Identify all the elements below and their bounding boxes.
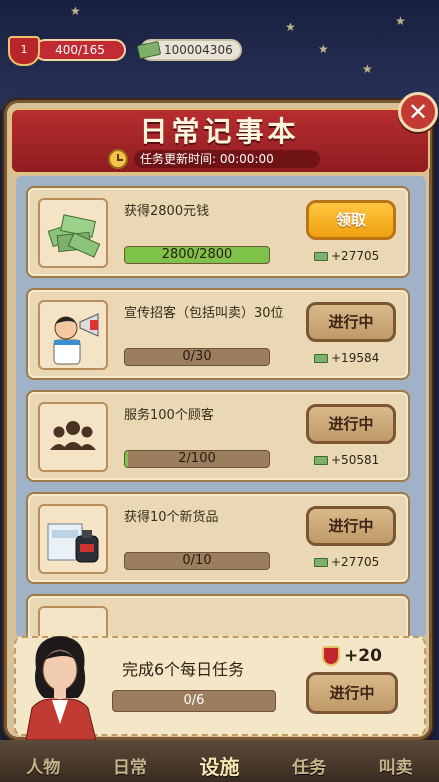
nav-hawking[interactable]: 叫卖 <box>379 753 413 778</box>
reward-value: +27705 <box>331 249 380 263</box>
star-icon: ★ <box>70 4 81 18</box>
medal-icon <box>322 646 340 666</box>
progress-label: 0/10 <box>182 553 212 568</box>
nav-tasks[interactable]: 任务 <box>292 753 326 778</box>
nav-character[interactable]: 人物 <box>26 753 60 778</box>
task-list[interactable]: 获得2800元钱 2800/2800 领取 +27705 宣传招客（包括叫卖）3… <box>16 176 426 638</box>
summary-progress-bar: 0/6 <box>112 690 276 712</box>
hp-counter[interactable]: 400/165 <box>34 39 126 61</box>
bottom-nav: 人物 日常 设施 任务 叫卖 <box>0 748 439 782</box>
star-icon: ★ <box>395 14 406 28</box>
in-progress-button[interactable]: 进行中 <box>306 506 396 546</box>
goods-box-icon <box>38 504 108 574</box>
cash-icon <box>314 558 328 567</box>
task-card: 服务100个顾客 2/100 进行中 +50581 <box>26 390 410 482</box>
money-value: 100004306 <box>164 43 233 57</box>
task-description: 宣传招客（包括叫卖）30位 <box>124 306 284 321</box>
summary-reward: +20 <box>344 646 382 666</box>
task-card: 宣传招客（包括叫卖）30位 0/30 进行中 +19584 <box>26 288 410 380</box>
in-progress-button[interactable]: 进行中 <box>306 404 396 444</box>
cash-icon <box>314 456 328 465</box>
cash-icon <box>314 354 328 363</box>
task-progress-bar: 2800/2800 <box>124 246 270 264</box>
task-description: 获得2800元钱 <box>124 204 210 219</box>
task-progress-bar: 2/100 <box>124 450 270 468</box>
timer-label: 任务更新时间: 00:00:00 <box>134 150 320 168</box>
task-progress-bar: 0/30 <box>124 348 270 366</box>
task-description: 获得10个新货品 <box>124 510 219 525</box>
close-button[interactable]: ✕ <box>398 92 438 132</box>
in-progress-button[interactable]: 进行中 <box>306 302 396 342</box>
cash-icon <box>136 40 162 60</box>
shopkeeper-avatar <box>18 628 104 741</box>
money-counter[interactable]: 100004306 <box>136 39 242 61</box>
summary-description: 完成6个每日任务 <box>122 660 245 679</box>
task-card: 获得10个新货品 0/10 进行中 +27705 <box>26 492 410 584</box>
star-icon: ★ <box>362 62 373 76</box>
task-refresh-timer: 任务更新时间: 00:00:00 <box>108 149 322 169</box>
megaphone-boy-icon <box>38 300 108 370</box>
customers-group-icon <box>38 402 108 472</box>
reward-value: +27705 <box>331 555 380 569</box>
progress-label: 2/100 <box>178 451 216 466</box>
summary-in-progress-button[interactable]: 进行中 <box>306 672 398 714</box>
task-progress-bar: 0/10 <box>124 552 270 570</box>
progress-label: 2800/2800 <box>161 247 233 262</box>
task-card: 获得2800元钱 2800/2800 领取 +27705 <box>26 186 410 278</box>
nav-facilities[interactable]: 设施 <box>199 751 239 780</box>
claim-button[interactable]: 领取 <box>306 200 396 240</box>
star-icon: ★ <box>285 20 296 34</box>
nav-daily[interactable]: 日常 <box>113 753 147 778</box>
reward-value: +50581 <box>331 453 380 467</box>
cash-stack-icon <box>38 198 108 268</box>
reward-value: +19584 <box>331 351 380 365</box>
star-icon: ★ <box>318 42 329 56</box>
reward-amount: +50581 <box>314 452 404 468</box>
progress-label: 0/30 <box>182 349 212 364</box>
cash-icon <box>314 252 328 261</box>
alarm-clock-icon <box>108 149 128 169</box>
level-badge[interactable]: 1 <box>8 36 40 66</box>
reward-amount: +27705 <box>314 248 404 264</box>
page-title: 日常记事本 <box>139 115 300 148</box>
reward-amount: +27705 <box>314 554 404 570</box>
reward-amount: +19584 <box>314 350 404 366</box>
summary-progress-label: 0/6 <box>183 693 205 708</box>
task-description: 服务100个顾客 <box>124 408 214 423</box>
